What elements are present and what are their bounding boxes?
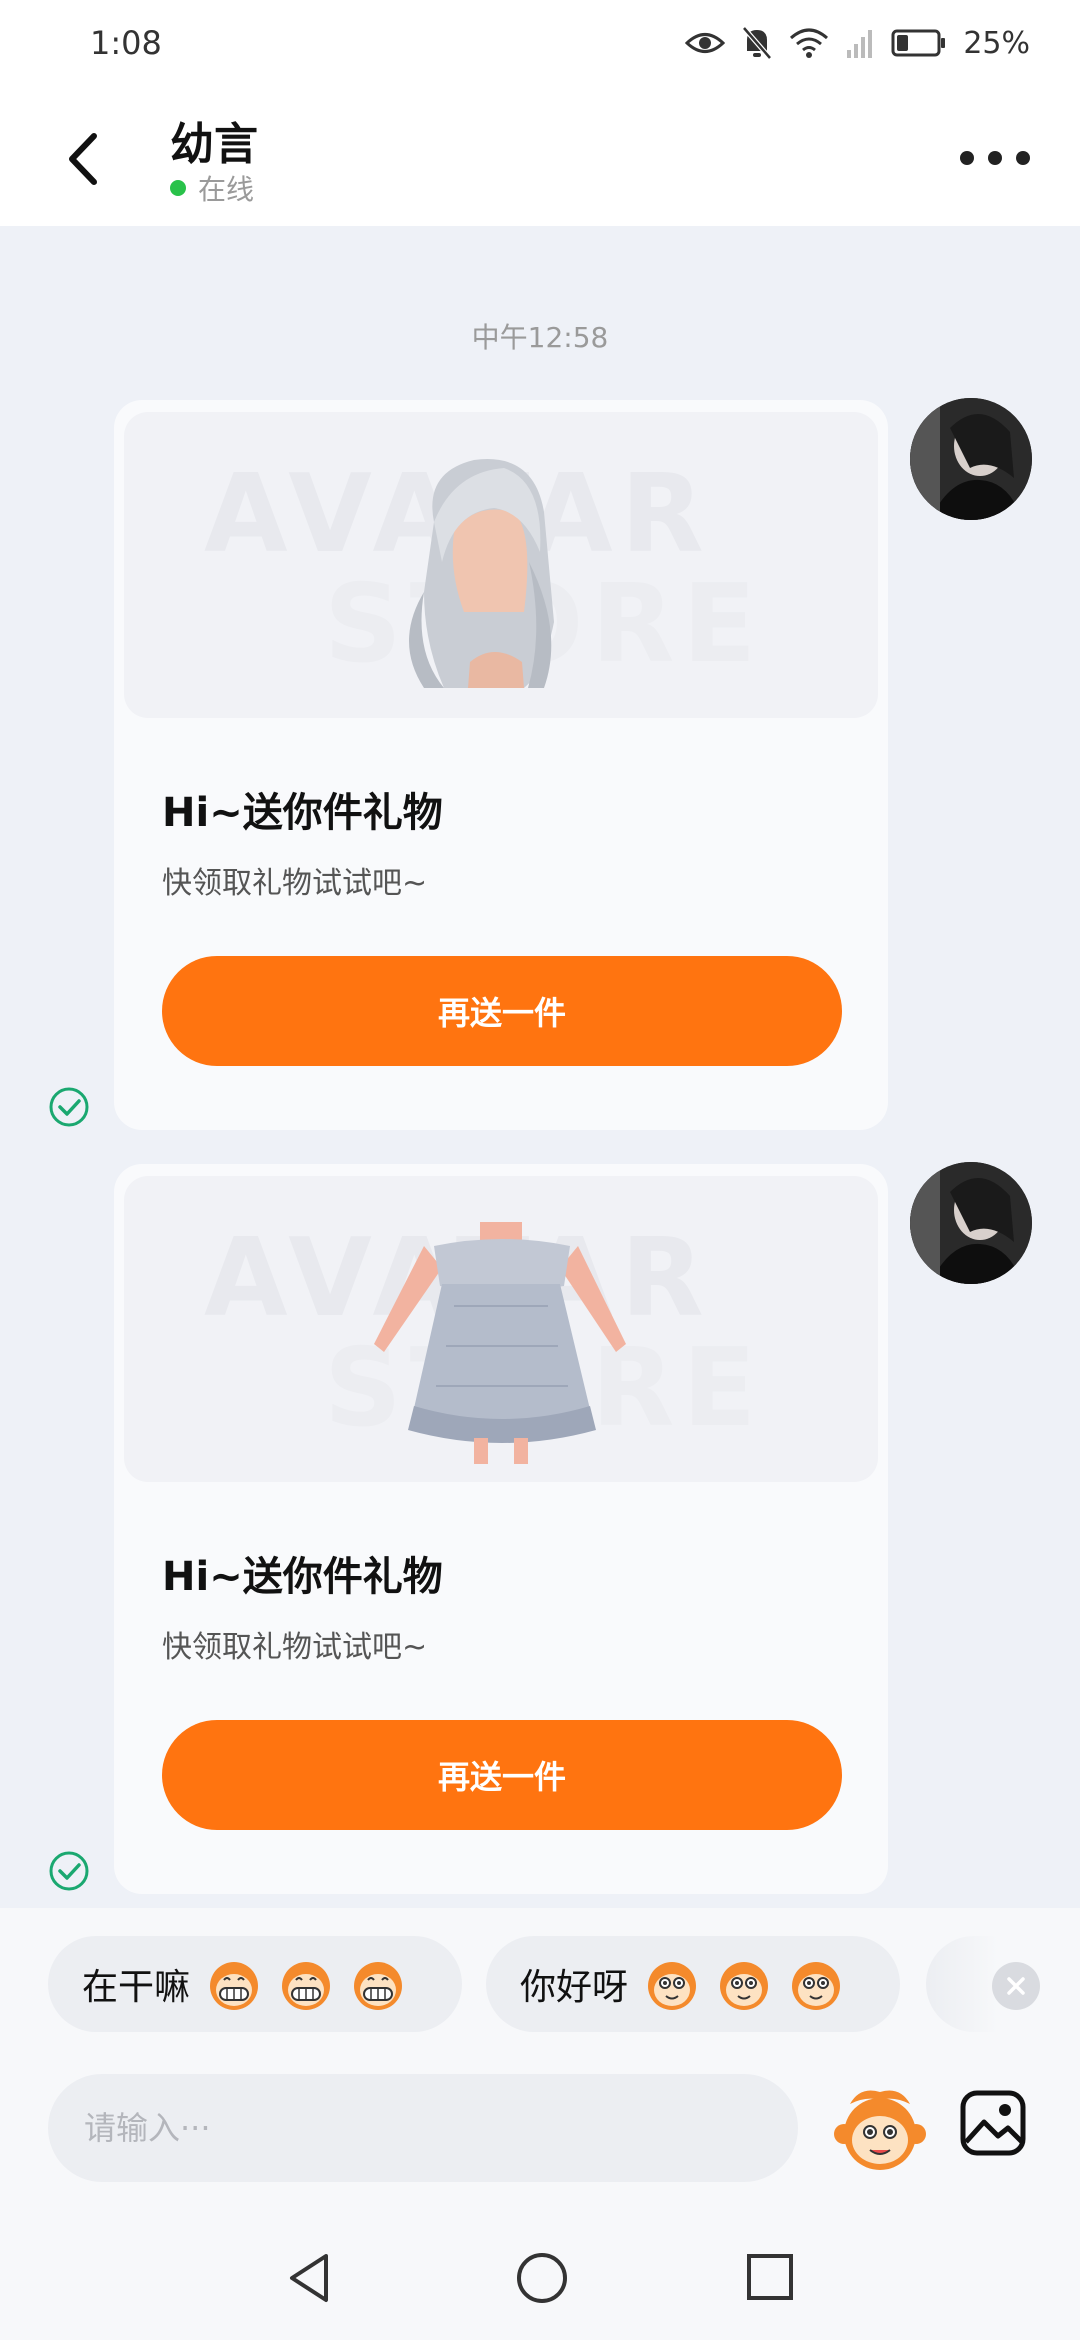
more-options-button[interactable] [960,138,1030,178]
sender-avatar[interactable] [910,1162,1032,1284]
online-text: 在线 [198,173,255,206]
delivered-check-icon [49,1851,89,1891]
nav-back-icon[interactable] [282,2250,338,2306]
nav-home-icon[interactable] [514,2250,570,2306]
blue-dress-image [374,1222,626,1464]
gift-subtitle: 快领取礼物试试吧~ [162,1630,428,1665]
smile-monkey-icon [720,1962,769,2010]
quick-reply-chip[interactable]: 在干嘛 [48,1936,462,2032]
battery-icon [891,29,946,57]
smile-monkey-icon [648,1962,697,2010]
close-icon [1007,1977,1025,1995]
online-dot [170,180,186,196]
smile-monkey-icon [792,1962,841,2010]
send-another-button[interactable]: 再送一件 [162,1720,842,1830]
image-icon[interactable] [958,2088,1028,2158]
delivered-check-icon [49,1087,89,1127]
avatar-image [910,398,1032,520]
gift-image[interactable]: AVATAR STORE [124,412,878,718]
wifi-icon [790,28,829,58]
grin-monkey-icon [282,1962,331,2010]
contact-name: 幼言 [170,119,258,170]
gift-card[interactable]: AVATAR STORE Hi~送你件礼物 快领取礼物试试吧~ 再送一件 [114,400,888,1130]
status-time: 1:08 [90,24,162,62]
quick-reply-text: 在干嘛 [82,1967,191,2008]
gift-image[interactable]: AVATAR STORE [124,1176,878,1482]
quick-reply-text: 你好呀 [520,1967,629,2008]
bell-off-icon [742,26,773,60]
quick-reply-chip[interactable]: 你好呀 [486,1936,900,2032]
avatar-image [910,1162,1032,1284]
close-quick-replies-button[interactable] [992,1962,1040,2010]
system-nav-bar [0,2220,1080,2340]
status-icons: 25% [685,18,1030,68]
gift-title: Hi~送你件礼物 [162,790,443,836]
chat-header: 幼言 在线 [0,88,1080,226]
monkey-emoji-button[interactable] [830,2078,930,2178]
grin-monkey-icon [210,1962,259,2010]
more-dot [960,151,974,165]
more-dot [988,151,1002,165]
signal-icon [847,30,873,58]
gift-card[interactable]: AVATAR STORE Hi~送你件礼物 快领取礼物试试吧~ 再送一件 [114,1164,888,1894]
send-another-button[interactable]: 再送一件 [162,956,842,1066]
message-input[interactable] [48,2074,798,2182]
back-arrow-icon[interactable] [56,124,116,194]
gift-title: Hi~送你件礼物 [162,1554,443,1600]
gift-subtitle: 快领取礼物试试吧~ [162,866,428,901]
battery-percent: 25% [963,25,1030,61]
eye-icon [685,33,726,53]
online-status: 在线 [170,168,254,208]
white-hair-image [409,459,554,688]
grin-monkey-icon [354,1962,403,2010]
nav-recent-apps-icon[interactable] [745,2252,795,2302]
status-bar: 1:08 25% [0,0,1080,88]
more-dot [1016,151,1030,165]
chat-timestamp: 中午12:58 [471,321,609,354]
sender-avatar[interactable] [910,398,1032,520]
